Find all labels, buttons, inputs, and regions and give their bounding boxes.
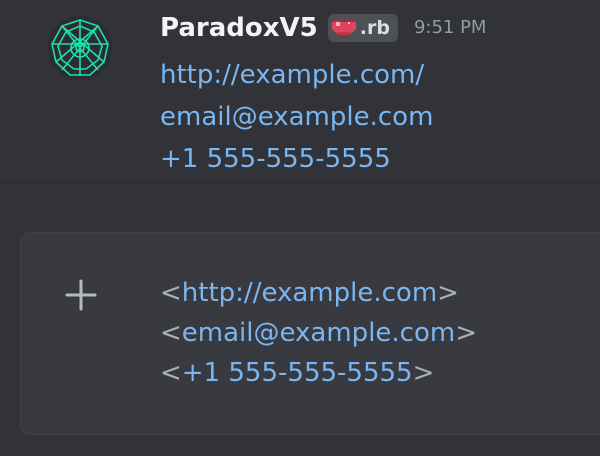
server-tag[interactable]: .rb	[327, 14, 398, 42]
close-bracket: >	[412, 358, 435, 388]
username[interactable]: ParadoxV5	[160, 15, 318, 41]
message-header: ParadoxV5 .rb 9:51 PM	[160, 10, 486, 46]
close-bracket: >	[437, 278, 459, 308]
open-bracket: <	[160, 358, 182, 388]
composer-link-email[interactable]: email@example.com	[182, 318, 455, 348]
open-bracket: <	[160, 278, 182, 308]
message-body: http://example.com/ email@example.com +1…	[160, 54, 433, 180]
composer-link-phone[interactable]: +1 555-555-5555	[182, 358, 413, 388]
pixel-heart-icon	[331, 20, 356, 38]
composer-link-url[interactable]: http://example.com	[182, 278, 437, 308]
composer-text[interactable]: <http://example.com> <email@example.com>…	[160, 273, 477, 393]
add-attachment-button[interactable]	[61, 275, 101, 315]
close-bracket: >	[455, 318, 477, 348]
server-tag-text: .rb	[359, 16, 390, 39]
composer-line-url[interactable]: <http://example.com>	[160, 273, 477, 313]
message-link-phone[interactable]: +1 555-555-5555	[160, 138, 433, 180]
message-link-email[interactable]: email@example.com	[160, 96, 433, 138]
chat-message: ParadoxV5 .rb 9:51 PM http://example.com…	[0, 0, 600, 183]
message-link-url[interactable]: http://example.com/	[160, 54, 433, 96]
composer-line-phone[interactable]: <+1 555-555-5555>	[160, 353, 477, 393]
message-timestamp[interactable]: 9:51 PM	[414, 19, 487, 37]
user-avatar[interactable]	[48, 16, 112, 80]
geometric-avatar-icon	[48, 16, 112, 80]
open-bracket: <	[160, 318, 182, 348]
plus-icon	[65, 279, 97, 311]
message-composer[interactable]: <http://example.com> <email@example.com>…	[20, 232, 600, 435]
divider	[0, 183, 600, 184]
composer-line-email[interactable]: <email@example.com>	[160, 313, 477, 353]
